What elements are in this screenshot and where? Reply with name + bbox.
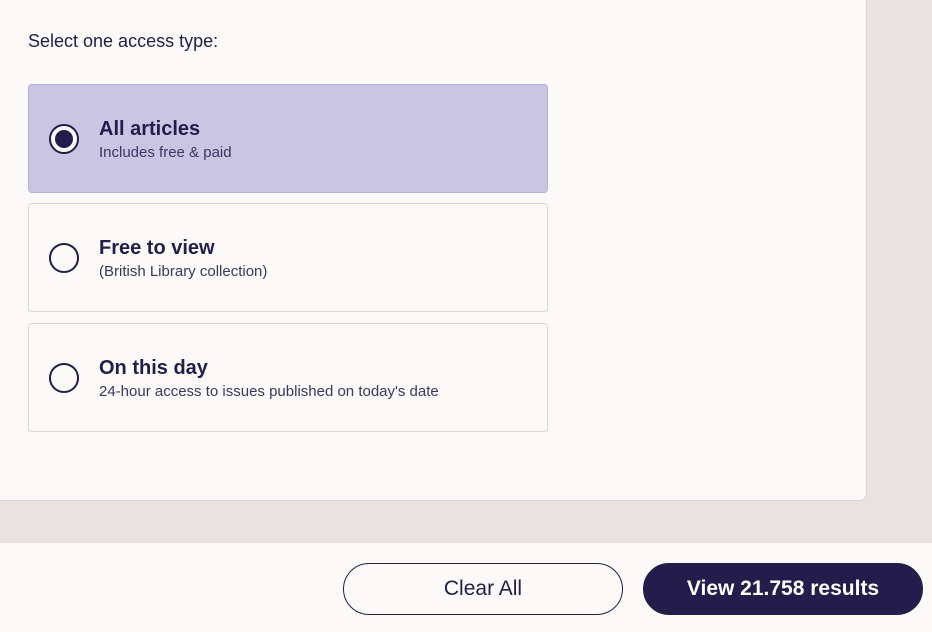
option-title: All articles [99,118,201,140]
clear-all-button[interactable]: Clear All [343,563,623,615]
option-subtitle: Includes free & paid [99,144,232,161]
access-type-panel: Select one access type: All articles Inc… [0,0,867,501]
option-subtitle: 24-hour access to issues published on to… [99,383,439,400]
option-title: Free to view [99,237,215,259]
option-subtitle: (British Library collection) [99,263,268,280]
filter-footer: Clear All View 21.758 results [0,543,932,632]
option-on-this-day[interactable]: On this day 24-hour access to issues pub… [28,323,548,432]
option-title: On this day [99,357,208,379]
option-all-articles[interactable]: All articles Includes free & paid [28,84,548,193]
radio-selected-icon[interactable] [49,124,79,154]
view-results-button[interactable]: View 21.758 results [643,563,923,615]
radio-unselected-icon[interactable] [49,363,79,393]
access-type-prompt: Select one access type: [28,31,219,51]
option-free-to-view[interactable]: Free to view (British Library collection… [28,203,548,312]
radio-unselected-icon[interactable] [49,243,79,273]
